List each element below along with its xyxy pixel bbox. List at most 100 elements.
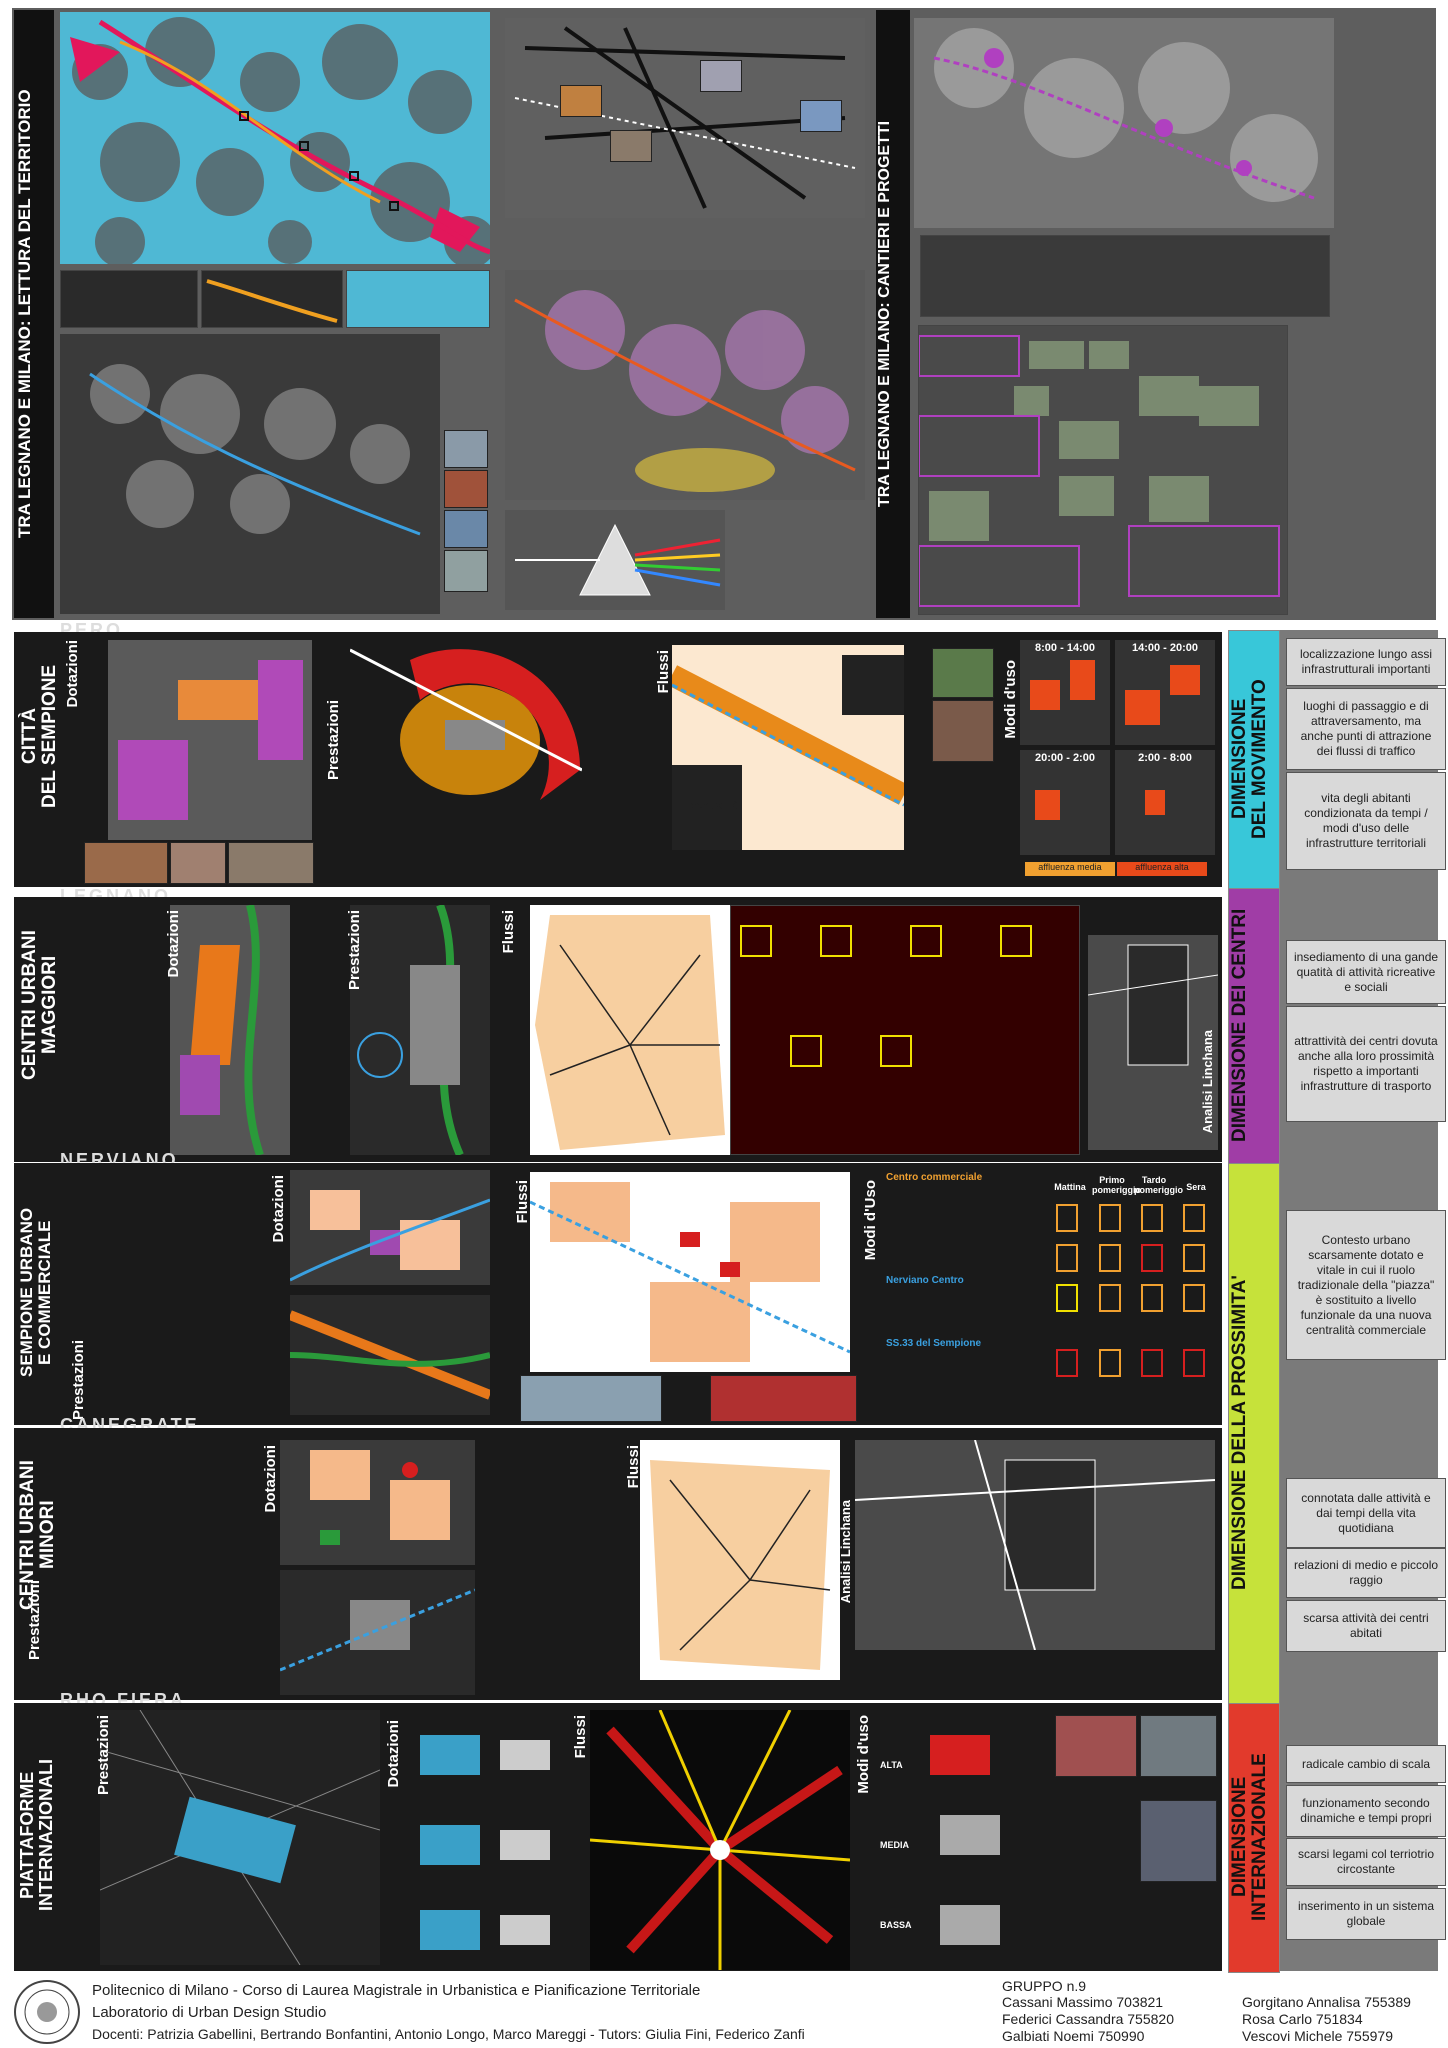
legnano-flussi-map xyxy=(530,905,730,1155)
photo-top-4 xyxy=(444,550,488,592)
canegrate-prestazioni-label: Prestazioni xyxy=(26,1580,43,1661)
pero-photo-4 xyxy=(932,648,994,698)
footer-member-5: Rosa Carlo 751834 xyxy=(1242,2011,1363,2027)
pero-time-3 xyxy=(1020,750,1110,855)
legnano-modi-grid xyxy=(730,905,1080,1155)
note-internazionale-3: scarsi legami col terriotrio circostante xyxy=(1286,1838,1446,1886)
nerviano-dotazioni-label: Dotazioni xyxy=(270,1175,287,1243)
nerviano-flussi-label: Flussi xyxy=(514,1180,531,1224)
rho-dotazioni-map xyxy=(400,1715,570,1965)
rho-photo-1 xyxy=(1055,1715,1137,1777)
purple-map xyxy=(505,270,865,500)
pero-time-2 xyxy=(1115,640,1215,745)
thumb-map-3 xyxy=(346,270,490,328)
pero-modi-label: Modi d'uso xyxy=(1002,660,1019,739)
footer-group: GRUPPO n.9 xyxy=(1002,1978,1087,1994)
canegrate-flussi-map xyxy=(640,1440,840,1680)
projects-map xyxy=(914,18,1334,228)
pero-flussi-map xyxy=(666,645,910,850)
nerviano-block-3: SS.33 del Sempione xyxy=(886,1338,982,1349)
photo-net-4 xyxy=(800,100,842,132)
photo-net-1 xyxy=(560,85,602,117)
thumb-map-1 xyxy=(60,270,198,328)
pero-prestazioni-label: Prestazioni xyxy=(325,700,342,781)
thumb-map-2 xyxy=(201,270,343,328)
pero-time-1 xyxy=(1020,640,1110,745)
canegrate-linchana-label: Analisi Linchana xyxy=(838,1500,853,1604)
note-centri-2: attrattività dei centri dovuta anche all… xyxy=(1286,1006,1446,1122)
pero-prestazioni-map xyxy=(349,640,583,830)
legnano-dotazioni-label: Dotazioni xyxy=(165,910,182,978)
rho-level-media: MEDIA xyxy=(880,1840,909,1850)
pero-photo-3 xyxy=(228,842,314,884)
footer-member-2: Federici Cassandra 755820 xyxy=(1002,2011,1174,2027)
rho-prestazioni-label: Prestazioni xyxy=(95,1715,112,1796)
pero-photo-1 xyxy=(84,842,168,884)
note-prossimita-1: Contesto urbano scarsamente dotato e vit… xyxy=(1286,1210,1446,1360)
pero-centralita: centralità xyxy=(690,800,739,812)
legend-affluenza-media: affluenza media xyxy=(1025,862,1115,876)
rho-dotazioni-label: Dotazioni xyxy=(385,1720,402,1788)
note-movimento-1: localizzazione lungo assi infrastruttura… xyxy=(1286,638,1446,686)
rho-photo-2 xyxy=(1140,1715,1217,1777)
footer-line2: Laboratorio di Urban Design Studio xyxy=(92,2004,327,2021)
nerviano-block-1: Centro commerciale xyxy=(886,1172,983,1183)
dim-label-movimento: DIMENSIONE DEL MOVIMENTO xyxy=(1229,679,1270,839)
footer-institution: Politecnico di Milano xyxy=(92,1982,229,1999)
pero-time-label-4: 2:00 - 8:00 xyxy=(1138,752,1192,764)
note-prossimita-4: scarsa attività dei centri abitati xyxy=(1286,1600,1446,1652)
note-internazionale-1: radicale cambio di scala xyxy=(1286,1745,1446,1783)
note-centri-1: insediamento di una gande quatità di att… xyxy=(1286,940,1446,1004)
footer-line1: Politecnico di Milano - Corso di Laurea … xyxy=(92,1982,700,1999)
nerviano-flussi-map xyxy=(529,1172,851,1372)
pero-dotazioni-label: Dotazioni xyxy=(64,640,81,708)
pero-time-4 xyxy=(1115,750,1215,855)
section-title-legnano: CENTRI URBANI MAGGIORI xyxy=(19,930,60,1080)
nerviano-head-3: Tardo pomeriggio xyxy=(1134,1175,1183,1195)
pero-time-label-3: 20:00 - 2:00 xyxy=(1035,752,1095,764)
nerviano-block-2: Nerviano Centro xyxy=(886,1275,964,1286)
photo-net-2 xyxy=(610,130,652,162)
rho-flussi-label: Flussi xyxy=(572,1715,589,1759)
note-movimento-2: luoghi di passaggio e di attraversamento… xyxy=(1286,688,1446,770)
territory-map-blue xyxy=(60,12,496,268)
canegrate-flussi-label: Flussi xyxy=(625,1445,642,1489)
nerviano-head-1: Mattina xyxy=(1054,1182,1086,1192)
footer-member-6: Vescovi Michele 755979 xyxy=(1242,2028,1393,2044)
note-prossimita-3: relazioni di medio e piccolo raggio xyxy=(1286,1548,1446,1598)
rho-level-bassa: BASSA xyxy=(880,1920,912,1930)
nerviano-head-4: Sera xyxy=(1186,1182,1206,1192)
nerviano-prestazioni-map xyxy=(288,1295,492,1415)
prism-diagram xyxy=(505,510,725,610)
projects-grid xyxy=(918,325,1288,615)
canegrate-dotazioni-map xyxy=(280,1440,475,1565)
legnano-dotazioni-map xyxy=(170,904,290,1157)
left-title: TRA LEGNANO E MILANO: LETTURA DEL TERRIT… xyxy=(15,89,34,539)
footer-member-4: Gorgitano Annalisa 755389 xyxy=(1242,1994,1411,2010)
legnano-linchana-map xyxy=(1087,935,1219,1150)
section-title-pero: CITTÀ DEL SEMPIONE xyxy=(19,664,60,808)
section-title-rho: PIATTAFORME INTERNAZIONALI xyxy=(17,1759,56,1911)
dim-label-internazionale: DIMENSIONE INTERNAZIONALE xyxy=(1229,1753,1270,1921)
dim-label-prossimita: DIMENSIONE DELLA PROSSIMITA' xyxy=(1229,1275,1250,1591)
infrastructure-map xyxy=(60,334,440,614)
note-internazionale-2: funzionamento secondo dinamiche e tempi … xyxy=(1286,1785,1446,1837)
canegrate-prestazioni-map xyxy=(279,1570,476,1695)
nerviano-use-icons xyxy=(1056,1204,1205,1377)
nerviano-modi-label: Modi d'Uso xyxy=(862,1180,879,1261)
footer-member-3: Galbiati Noemi 750990 xyxy=(1002,2028,1145,2044)
legnano-prestazioni-label: Prestazioni xyxy=(346,910,363,991)
right-title: TRA LEGNANO E MILANO: CANTIERI E PROGETT… xyxy=(876,120,893,508)
legnano-flussi-label: Flussi xyxy=(500,910,517,954)
note-movimento-3: vita degli abitanti condizionata da temp… xyxy=(1286,772,1446,870)
rho-photo-3 xyxy=(1140,1800,1217,1882)
legnano-linchana-label: Analisi Linchana xyxy=(1200,1030,1215,1134)
pero-time-label-2: 14:00 - 20:00 xyxy=(1131,642,1199,654)
section-title-nerviano: SEMPIONE URBANO E COMMERCIALE xyxy=(17,1207,54,1378)
rho-prestazioni-map xyxy=(99,1709,381,1966)
nerviano-prestazioni-label: Prestazioni xyxy=(70,1340,87,1421)
footer-line3: Docenti: Patrizia Gabellini, Bertrando B… xyxy=(92,2026,805,2042)
projects-legend xyxy=(920,235,1330,317)
photo-net-3 xyxy=(700,60,742,92)
nerviano-head-2: Primo pomeriggio xyxy=(1092,1175,1141,1195)
